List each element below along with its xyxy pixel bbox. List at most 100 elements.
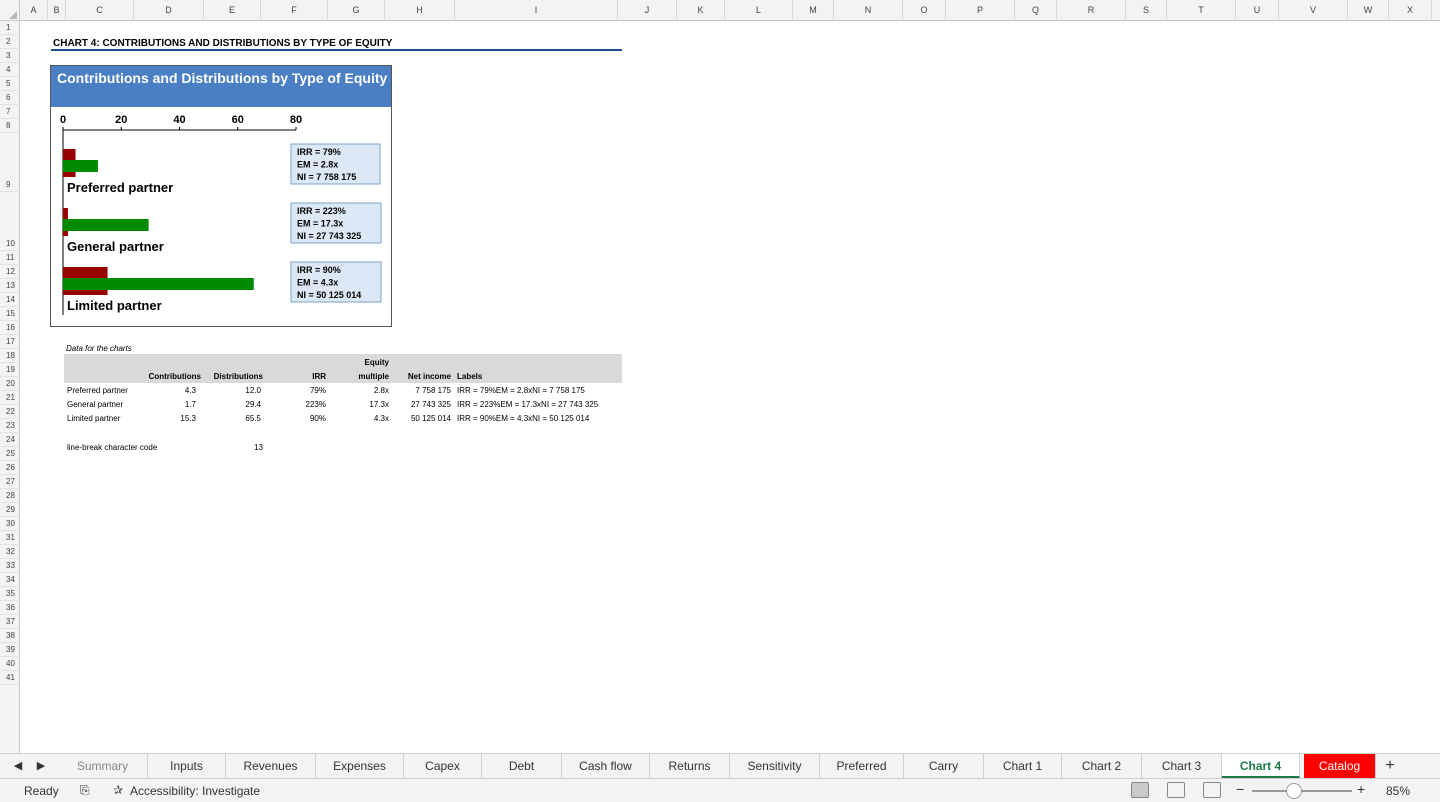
tab-carry[interactable]: Carry (904, 754, 984, 778)
tab-inputs[interactable]: Inputs (148, 754, 226, 778)
plus-icon[interactable]: + (1380, 754, 1400, 778)
tab-returns[interactable]: Returns (650, 754, 730, 778)
tab-chart-4[interactable]: Chart 4 (1222, 754, 1300, 778)
cell-distributions[interactable]: 12.0 (211, 386, 261, 395)
row-header-35[interactable]: 35 (0, 587, 20, 601)
column-header-o[interactable]: O (903, 0, 946, 21)
cell-net-income[interactable]: 50 125 014 (399, 414, 451, 423)
tab-capex[interactable]: Capex (404, 754, 482, 778)
accessibility-status[interactable]: Accessibility: Investigate (130, 784, 260, 798)
row-header-6[interactable]: 6 (0, 91, 20, 105)
row-header-19[interactable]: 19 (0, 363, 20, 377)
row-header-25[interactable]: 25 (0, 447, 20, 461)
column-header-k[interactable]: K (677, 0, 725, 21)
cell-contributions[interactable]: 1.7 (144, 400, 196, 409)
zoom-slider[interactable] (1252, 790, 1352, 792)
row-header-26[interactable]: 26 (0, 461, 20, 475)
row-header-41[interactable]: 41 (0, 671, 20, 685)
row-header-22[interactable]: 22 (0, 405, 20, 419)
linebreak-value[interactable]: 13 (221, 443, 263, 452)
row-header-28[interactable]: 28 (0, 489, 20, 503)
column-header-w[interactable]: W (1348, 0, 1389, 21)
zoom-slider-thumb[interactable] (1286, 783, 1302, 799)
select-all-corner[interactable] (0, 0, 20, 21)
row-header-2[interactable]: 2 (0, 35, 20, 49)
equity-chart[interactable]: Contributions and Distributions by Type … (50, 65, 392, 327)
column-header-c[interactable]: C (66, 0, 134, 21)
page-break-view-button[interactable] (1203, 782, 1221, 798)
row-header-14[interactable]: 14 (0, 293, 20, 307)
row-header-31[interactable]: 31 (0, 531, 20, 545)
tab-catalog[interactable]: Catalog (1304, 754, 1376, 778)
column-header-h[interactable]: H (385, 0, 455, 21)
cell-distributions[interactable]: 65.5 (211, 414, 261, 423)
row-header-18[interactable]: 18 (0, 349, 20, 363)
row-header-15[interactable]: 15 (0, 307, 20, 321)
row-header-9[interactable]: 9 (0, 133, 20, 192)
column-header-q[interactable]: Q (1015, 0, 1057, 21)
zoom-level[interactable]: 85% (1386, 784, 1410, 798)
column-header-f[interactable]: F (261, 0, 328, 21)
cell-irr[interactable]: 79% (284, 386, 326, 395)
page-layout-view-button[interactable] (1167, 782, 1185, 798)
row-header-21[interactable]: 21 (0, 391, 20, 405)
column-header-a[interactable]: A (20, 0, 48, 21)
cell-em[interactable]: 17.3x (344, 400, 389, 409)
row-header-13[interactable]: 13 (0, 279, 20, 293)
row-header-8[interactable]: 8 (0, 119, 20, 133)
cell-em[interactable]: 2.8x (344, 386, 389, 395)
row-header-36[interactable]: 36 (0, 601, 20, 615)
chevron-right-icon[interactable]: ▶ (35, 759, 47, 773)
column-header-m[interactable]: M (793, 0, 834, 21)
cell-irr[interactable]: 223% (284, 400, 326, 409)
cell-label[interactable]: IRR = 79%EM = 2.8xNI = 7 758 175 (457, 386, 585, 395)
chevron-left-icon[interactable]: ◀ (12, 759, 24, 773)
zoom-in-button[interactable]: + (1357, 781, 1365, 797)
cell-net-income[interactable]: 27 743 325 (399, 400, 451, 409)
tab-chart-2[interactable]: Chart 2 (1062, 754, 1142, 778)
column-header-u[interactable]: U (1236, 0, 1279, 21)
column-header-x[interactable]: X (1389, 0, 1432, 21)
cell-contributions[interactable]: 15.3 (144, 414, 196, 423)
column-header-s[interactable]: S (1126, 0, 1167, 21)
row-header-29[interactable]: 29 (0, 503, 20, 517)
cell-net-income[interactable]: 7 758 175 (399, 386, 451, 395)
tab-debt[interactable]: Debt (482, 754, 562, 778)
row-header-23[interactable]: 23 (0, 419, 20, 433)
cell-irr[interactable]: 90% (284, 414, 326, 423)
normal-view-button[interactable] (1131, 782, 1149, 798)
cell-contributions[interactable]: 4.3 (144, 386, 196, 395)
row-header-33[interactable]: 33 (0, 559, 20, 573)
tab-chart-1[interactable]: Chart 1 (984, 754, 1062, 778)
row-header-16[interactable]: 16 (0, 321, 20, 335)
column-header-n[interactable]: N (834, 0, 903, 21)
tab-summary[interactable]: Summary (58, 754, 148, 778)
tab-preferred[interactable]: Preferred (820, 754, 904, 778)
row-header-4[interactable]: 4 (0, 63, 20, 77)
row-header-38[interactable]: 38 (0, 629, 20, 643)
cell-em[interactable]: 4.3x (344, 414, 389, 423)
column-header-b[interactable]: B (48, 0, 66, 21)
cell-distributions[interactable]: 29.4 (211, 400, 261, 409)
zoom-out-button[interactable]: − (1236, 781, 1244, 797)
tab-revenues[interactable]: Revenues (226, 754, 316, 778)
row-header-27[interactable]: 27 (0, 475, 20, 489)
row-header-17[interactable]: 17 (0, 335, 20, 349)
tab-chart-3[interactable]: Chart 3 (1142, 754, 1222, 778)
tab-expenses[interactable]: Expenses (316, 754, 404, 778)
column-header-e[interactable]: E (204, 0, 261, 21)
sheet-grid[interactable]: CHART 4: CONTRIBUTIONS AND DISTRIBUTIONS… (21, 22, 1440, 753)
row-header-34[interactable]: 34 (0, 573, 20, 587)
tab-sensitivity[interactable]: Sensitivity (730, 754, 820, 778)
row-header-37[interactable]: 37 (0, 615, 20, 629)
column-header-g[interactable]: G (328, 0, 385, 21)
tab-cash-flow[interactable]: Cash flow (562, 754, 650, 778)
column-header-l[interactable]: L (725, 0, 793, 21)
row-header-10[interactable]: 10 (0, 192, 20, 251)
column-header-p[interactable]: P (946, 0, 1015, 21)
row-header-39[interactable]: 39 (0, 643, 20, 657)
column-header-i[interactable]: I (455, 0, 618, 21)
row-header-5[interactable]: 5 (0, 77, 20, 91)
row-header-1[interactable]: 1 (0, 21, 20, 35)
column-header-d[interactable]: D (134, 0, 204, 21)
